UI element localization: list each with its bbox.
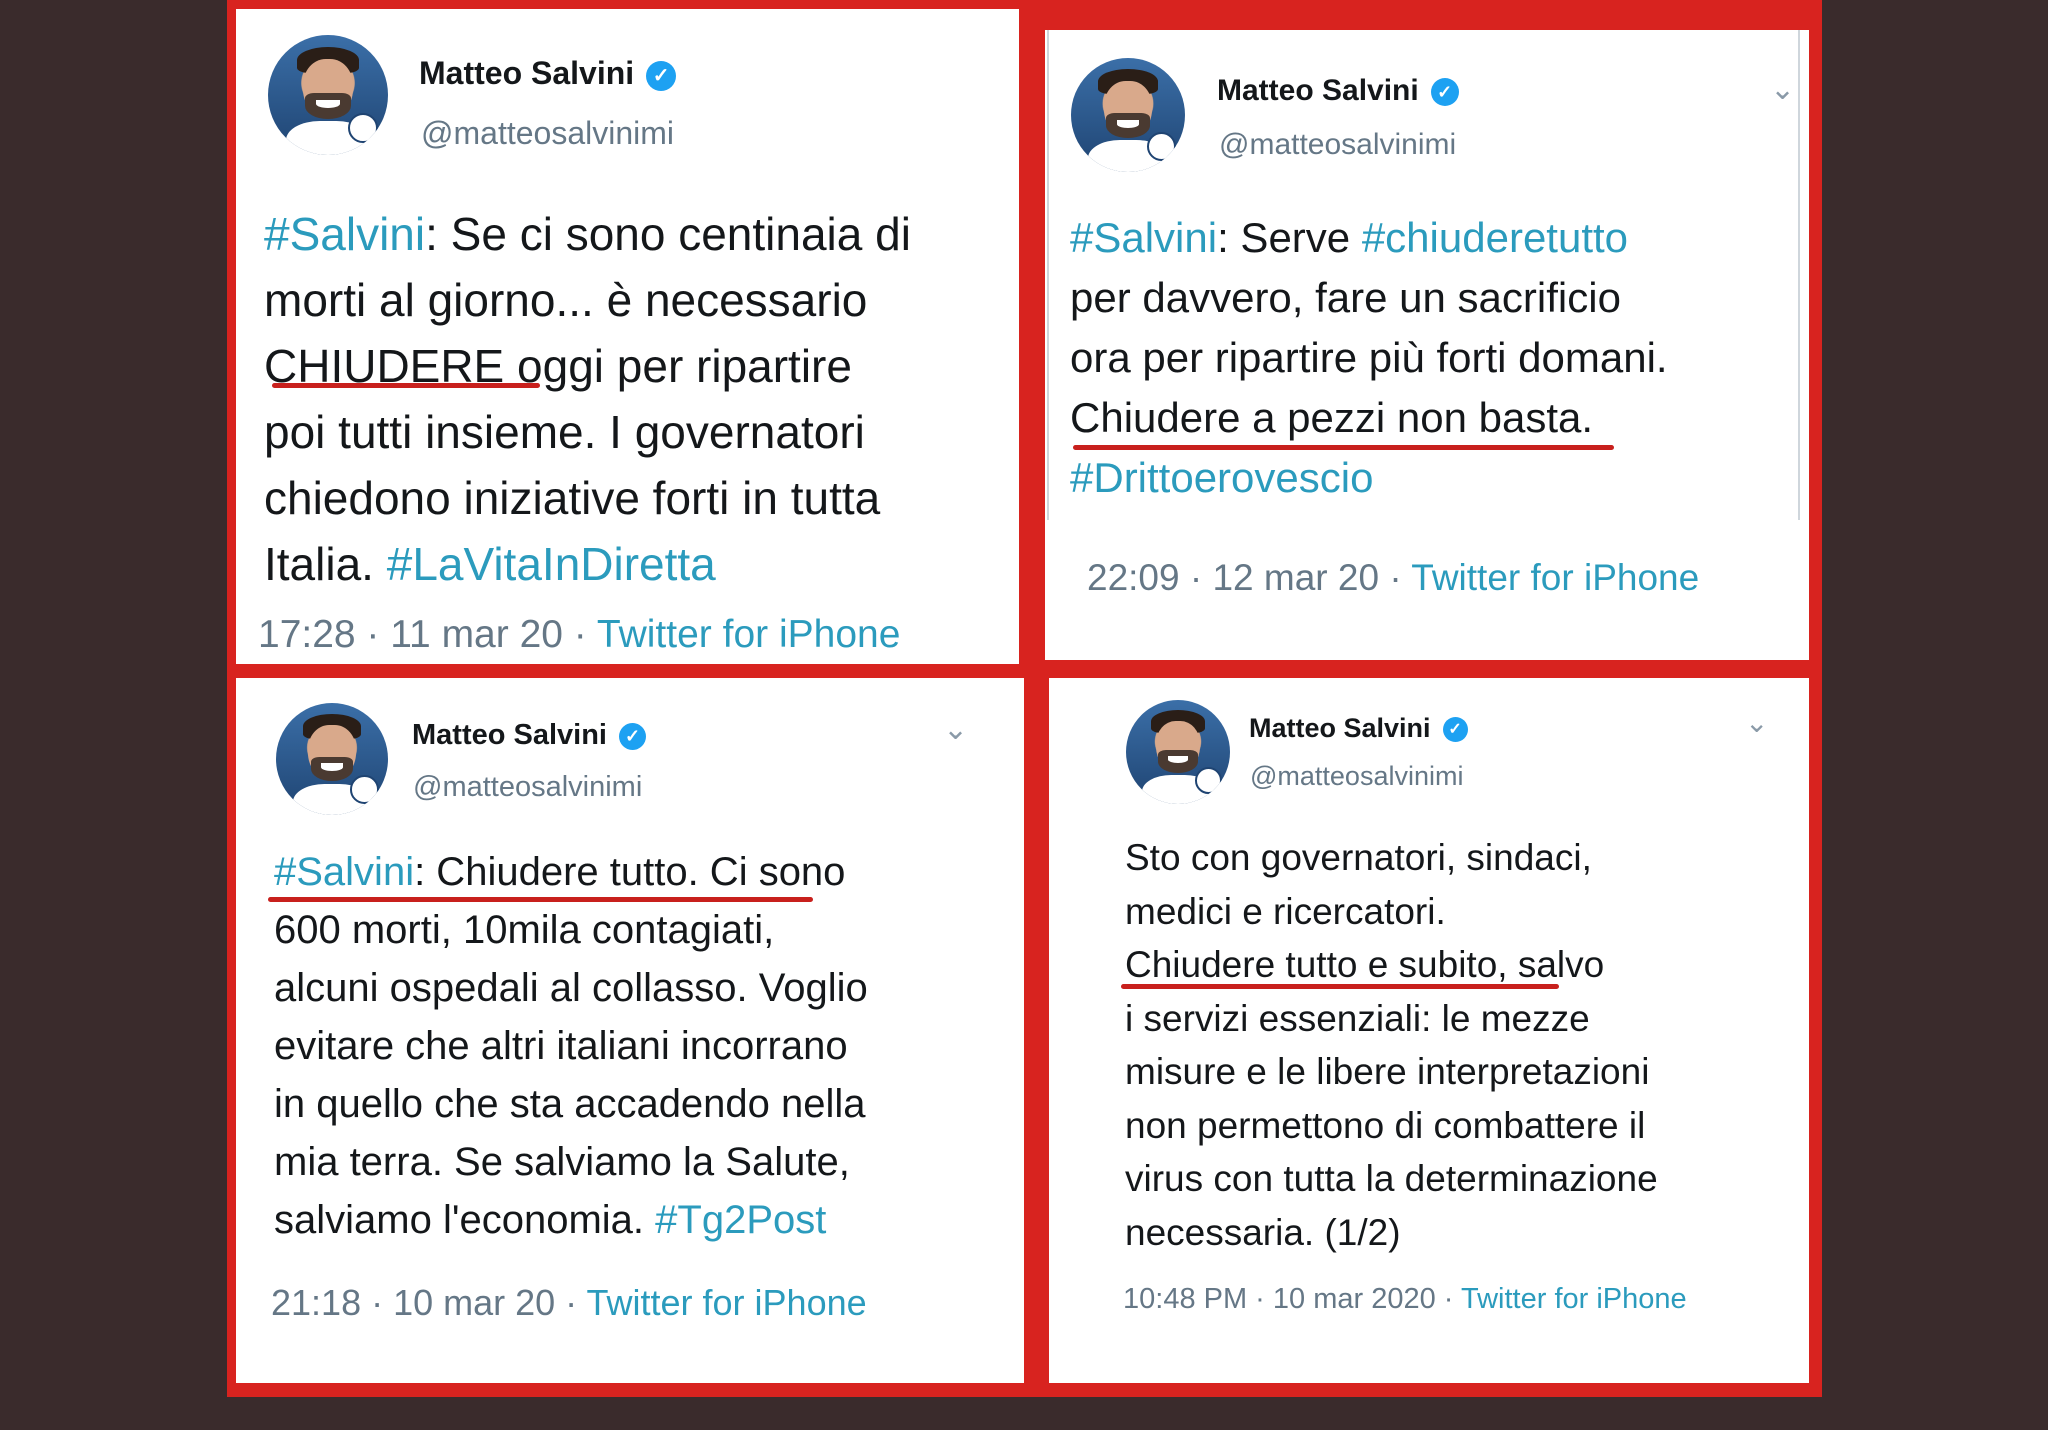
hashtag-link[interactable]: #chiuderetutto [1362, 214, 1628, 261]
tweet-line: evitare che altri italiani incorrano [274, 1017, 868, 1075]
author-handle[interactable]: @matteosalvinimi [1219, 128, 1456, 162]
tweet-line: CHIUDERE oggi per ripartire [264, 333, 911, 399]
tweet-text-segment: : Se ci sono centinaia di [425, 208, 911, 260]
tweet-line: alcuni ospedali al collasso. Voglio [274, 959, 868, 1017]
author-handle[interactable]: @matteosalvinimi [1250, 761, 1463, 792]
tweet-line: chiedono iniziative forti in tutta [264, 465, 911, 531]
tweet-line: salviamo l'economia. #Tg2Post [274, 1191, 868, 1249]
verified-badge-icon: ✓ [1442, 717, 1468, 743]
tweet-card: Matteo Salvini ✓ @matteosalvinimi ⌄ #Salv… [236, 678, 1024, 1383]
tweet-line: #Salvini: Serve #chiuderetutto [1070, 208, 1668, 268]
tweet-line: misure e le libere interpretazioni [1125, 1045, 1658, 1099]
tweet-text-segment: per davvero, fare un sacrificio [1070, 274, 1621, 321]
source-link[interactable]: Twitter for iPhone [587, 1282, 867, 1323]
source-link[interactable]: Twitter for iPhone [1411, 557, 1699, 598]
tweet-text-segment: Italia. [264, 538, 387, 590]
tweet-text-segment: : Chiudere tutto. Ci sono [414, 850, 846, 894]
tweet-line: per davvero, fare un sacrificio [1070, 268, 1668, 328]
chevron-down-icon[interactable]: ⌄ [943, 712, 968, 747]
tweet-card: Matteo Salvini ✓ @matteosalvinimi ⌄ Sto c… [1049, 678, 1809, 1383]
tweet-text-segment: 600 morti, 10mila contagiati, [274, 908, 775, 952]
hashtag-link[interactable]: #Salvini [274, 850, 414, 894]
verified-badge-icon: ✓ [619, 722, 646, 750]
tweet-text-segment: evitare che altri italiani incorrano [274, 1024, 848, 1068]
red-underline [268, 897, 813, 902]
source-link[interactable]: Twitter for iPhone [1461, 1283, 1687, 1315]
tweet-line: poi tutti insieme. I governatori [264, 399, 911, 465]
tweet-text: Sto con governatori, sindaci, medici e ri… [1125, 831, 1658, 1259]
tweet-line: Chiudere a pezzi non basta. [1070, 388, 1668, 448]
red-underline [1121, 984, 1559, 989]
red-underline [1073, 445, 1614, 450]
author-name[interactable]: Matteo Salvini ✓ [1249, 713, 1468, 744]
tweet-text: #Salvini: Se ci sono centinaia di morti a… [264, 201, 911, 597]
source-link[interactable]: Twitter for iPhone [597, 613, 900, 656]
tweet-line: non permettono di combattere il [1125, 1099, 1658, 1153]
tweet-text-segment: Sto con governatori, sindaci, [1125, 837, 1592, 878]
tweet-text-segment: morti al giorno... è necessario [264, 274, 868, 326]
divider [1798, 30, 1800, 520]
tweet-text-segment: non permettono di combattere il [1125, 1104, 1646, 1146]
tweet-text-segment: alcuni ospedali al collasso. Voglio [274, 966, 868, 1010]
tweet-timestamp: 17:28 · 11 mar 20 · Twitter for iPhone [258, 613, 901, 656]
tweet-text-segment: necessaria. (1/2) [1125, 1211, 1401, 1253]
tweet-line: Sto con governatori, sindaci, [1125, 831, 1658, 885]
avatar[interactable] [268, 35, 388, 155]
hashtag-link[interactable]: #Drittoerovescio [1070, 454, 1373, 501]
tweet-text-segment: medici e ricercatori. [1125, 890, 1446, 932]
tweet-text-segment: Chiudere tutto e subito, salvo [1125, 944, 1605, 985]
tweet-text: #Salvini: Serve #chiuderetutto per davver… [1070, 208, 1668, 508]
tweet-text-segment: virus con tutta la determinazione [1125, 1158, 1658, 1199]
tweet-line: in quello che sta accadendo nella [274, 1075, 868, 1133]
author-handle[interactable]: @matteosalvinimi [413, 771, 642, 804]
hashtag-link[interactable]: #LaVitaInDiretta [387, 538, 716, 590]
tweet-line: virus con tutta la determinazione [1125, 1152, 1658, 1206]
author-name[interactable]: Matteo Salvini ✓ [419, 55, 677, 92]
tweet-timestamp: 22:09 · 12 mar 20 · Twitter for iPhone [1087, 557, 1700, 598]
tweet-line: #Salvini: Se ci sono centinaia di [264, 201, 911, 267]
avatar[interactable] [1126, 700, 1230, 804]
tweet-timestamp: 10:48 PM · 10 mar 2020 · Twitter for iPh… [1123, 1283, 1687, 1315]
tweet-text: #Salvini: Chiudere tutto. Ci sono 600 mor… [274, 843, 868, 1249]
red-underline [272, 383, 540, 388]
divider [1047, 30, 1049, 520]
hashtag-link[interactable]: #Salvini [1070, 214, 1217, 261]
chevron-down-icon[interactable]: ⌄ [1770, 72, 1795, 107]
chevron-down-icon[interactable]: ⌄ [1745, 706, 1768, 739]
tweet-text-segment: mia terra. Se salviamo la Salute, [274, 1140, 850, 1184]
tweet-line: morti al giorno... è necessario [264, 267, 911, 333]
tweet-line: #Drittoerovescio [1070, 448, 1668, 508]
verified-badge-icon: ✓ [646, 60, 677, 91]
avatar[interactable] [276, 703, 388, 815]
tweet-line: ora per ripartire più forti domani. [1070, 328, 1668, 388]
tweet-line: mia terra. Se salviamo la Salute, [274, 1133, 868, 1191]
tweet-text-segment: Chiudere a pezzi non basta. [1070, 394, 1594, 441]
tweet-line: medici e ricercatori. [1125, 885, 1658, 939]
tweet-line: Italia. #LaVitaInDiretta [264, 531, 911, 597]
tweet-text-segment: misure e le libere interpretazioni [1125, 1051, 1650, 1092]
tweet-text-segment: i servizi essenziali: le mezze [1125, 997, 1590, 1039]
author-name[interactable]: Matteo Salvini ✓ [412, 719, 646, 752]
tweet-text-segment: salviamo l'economia. [274, 1198, 656, 1242]
tweet-line: #Salvini: Chiudere tutto. Ci sono [274, 843, 868, 901]
tweet-line: i servizi essenziali: le mezze [1125, 992, 1658, 1046]
avatar[interactable] [1071, 58, 1185, 172]
tweet-text-segment: ora per ripartire più forti domani. [1070, 334, 1668, 381]
hashtag-link[interactable]: #Tg2Post [655, 1198, 826, 1242]
tweet-card: Matteo Salvini ✓ @matteosalvinimi ⌄ #Salv… [1045, 30, 1809, 660]
tweet-collage: Matteo Salvini ✓ @matteosalvinimi #Salvin… [227, 0, 1822, 1397]
tweet-card: Matteo Salvini ✓ @matteosalvinimi #Salvin… [236, 9, 1019, 664]
tweet-text-segment: poi tutti insieme. I governatori [264, 406, 865, 458]
tweet-line: 600 morti, 10mila contagiati, [274, 901, 868, 959]
author-name[interactable]: Matteo Salvini ✓ [1217, 74, 1459, 108]
hashtag-link[interactable]: #Salvini [264, 208, 425, 260]
tweet-text-segment: chiedono iniziative forti in tutta [264, 472, 881, 524]
author-handle[interactable]: @matteosalvinimi [421, 115, 674, 152]
tweet-text-segment: : Serve [1217, 214, 1362, 261]
verified-badge-icon: ✓ [1430, 78, 1459, 107]
tweet-line: necessaria. (1/2) [1125, 1206, 1658, 1260]
tweet-timestamp: 21:18 · 10 mar 20 · Twitter for iPhone [271, 1282, 867, 1323]
tweet-text-segment: in quello che sta accadendo nella [274, 1082, 866, 1126]
